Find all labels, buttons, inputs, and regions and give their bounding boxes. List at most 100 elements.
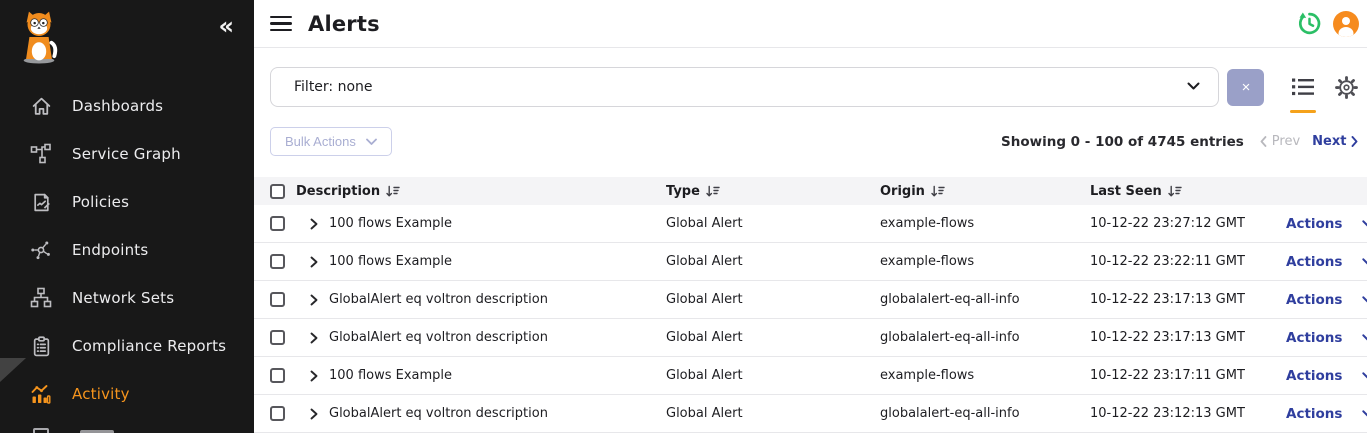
alerts-table: Description Type Origin Last Seen 100 fl…: [254, 177, 1367, 433]
actions-label: Actions: [1286, 216, 1342, 232]
row-description: GlobalAlert eq voltron description: [329, 406, 548, 421]
calico-cat-logo: [16, 8, 62, 68]
sort-icon: [1168, 185, 1182, 198]
activity-icon: [30, 383, 52, 405]
row-actions-dropdown[interactable]: Actions: [1286, 216, 1367, 232]
actions-label: Actions: [1286, 406, 1342, 422]
page-title: Alerts: [308, 12, 380, 36]
sidebar-item-label: Policies: [72, 193, 129, 211]
row-type: Global Alert: [666, 216, 880, 231]
filter-value: Filter: none: [294, 79, 373, 95]
showing-entries-text: Showing 0 - 100 of 4745 entries: [1001, 134, 1244, 150]
history-icon[interactable]: [1296, 10, 1323, 37]
row-checkbox[interactable]: [270, 368, 285, 383]
actions-label: Actions: [1286, 368, 1342, 384]
row-checkbox[interactable]: [270, 292, 285, 307]
chevron-down-icon: [1362, 334, 1367, 342]
chevron-down-icon: [1362, 220, 1367, 228]
gear-icon: [1335, 76, 1358, 99]
sidebar-item-label: Service Graph: [72, 145, 181, 163]
column-header-type[interactable]: Type: [666, 184, 880, 199]
list-view-tab[interactable]: [1291, 77, 1315, 97]
column-header-origin[interactable]: Origin: [880, 184, 1090, 199]
sidebar-item-label: Dashboards: [72, 97, 163, 115]
chevron-down-icon: [1362, 372, 1367, 380]
row-actions-dropdown[interactable]: Actions: [1286, 330, 1367, 346]
chevron-down-icon: [1362, 410, 1367, 418]
row-description: 100 flows Example: [329, 368, 452, 383]
row-origin: example-flows: [880, 368, 1090, 383]
sidebar-item-policies[interactable]: Policies: [0, 178, 254, 226]
actions-label: Actions: [1286, 330, 1342, 346]
sort-icon: [706, 185, 720, 198]
expand-chevron-right-icon[interactable]: [310, 256, 318, 268]
sidebar-item-activity[interactable]: Activity: [0, 370, 254, 418]
row-description: 100 flows Example: [329, 216, 452, 231]
row-actions-dropdown[interactable]: Actions: [1286, 406, 1367, 422]
home-icon: [30, 95, 52, 117]
row-last-seen: 10-12-22 23:22:11 GMT: [1090, 254, 1286, 269]
row-checkbox[interactable]: [270, 406, 285, 421]
actions-label: Actions: [1286, 292, 1342, 308]
chevron-down-icon: [1362, 296, 1367, 304]
expand-chevron-right-icon[interactable]: [310, 294, 318, 306]
table-row: 100 flows ExampleGlobal Alertexample-flo…: [254, 357, 1367, 395]
row-origin: globalalert-eq-all-info: [880, 292, 1090, 307]
chevron-down-icon: [1187, 79, 1200, 95]
sort-icon: [386, 185, 400, 198]
sidebar: « Dashboards Service Graph Policies Endpoin…: [0, 0, 254, 433]
table-body: 100 flows ExampleGlobal Alertexample-flo…: [254, 205, 1367, 433]
row-actions-dropdown[interactable]: Actions: [1286, 254, 1367, 270]
row-checkbox[interactable]: [270, 216, 285, 231]
row-type: Global Alert: [666, 330, 880, 345]
menu-hamburger-icon[interactable]: [270, 12, 292, 36]
policies-icon: [30, 191, 52, 213]
sidebar-item-partial: [0, 426, 254, 433]
row-checkbox[interactable]: [270, 254, 285, 269]
row-type: Global Alert: [666, 292, 880, 307]
table-row: 100 flows ExampleGlobal Alertexample-flo…: [254, 243, 1367, 281]
table-row: 100 flows Example Global Alertexample-flo…: [254, 205, 1367, 243]
chevron-down-icon: [366, 138, 377, 146]
expand-chevron-right-icon[interactable]: [310, 332, 318, 344]
expand-chevron-right-icon[interactable]: [310, 370, 318, 382]
expand-chevron-right-icon[interactable]: [310, 408, 318, 420]
prev-page-button[interactable]: Prev: [1260, 134, 1300, 149]
sidebar-item-compliance-reports[interactable]: Compliance Reports: [0, 322, 254, 370]
column-header-last-seen[interactable]: Last Seen: [1090, 184, 1286, 199]
sort-icon: [931, 185, 945, 198]
select-all-checkbox[interactable]: [270, 184, 285, 199]
clear-filter-button[interactable]: ×: [1227, 69, 1264, 106]
row-last-seen: 10-12-22 23:17:13 GMT: [1090, 330, 1286, 345]
table-actions-bar: Bulk Actions Showing 0 - 100 of 4745 ent…: [270, 127, 1358, 156]
row-checkbox[interactable]: [270, 330, 285, 345]
user-avatar[interactable]: [1332, 10, 1360, 38]
bulk-actions-button[interactable]: Bulk Actions: [270, 127, 392, 156]
column-header-description[interactable]: Description: [296, 184, 666, 199]
sidebar-collapse-button[interactable]: «: [218, 8, 234, 44]
row-last-seen: 10-12-22 23:17:11 GMT: [1090, 368, 1286, 383]
sidebar-item-label: Endpoints: [72, 241, 148, 259]
expand-chevron-right-icon[interactable]: [310, 218, 318, 230]
row-origin: example-flows: [880, 216, 1090, 231]
sidebar-item-endpoints[interactable]: Endpoints: [0, 226, 254, 274]
sidebar-item-network-sets[interactable]: Network Sets: [0, 274, 254, 322]
bulk-actions-label: Bulk Actions: [285, 134, 356, 149]
sidebar-item-dashboards[interactable]: Dashboards: [0, 82, 254, 130]
filter-dropdown[interactable]: Filter: none: [270, 67, 1219, 107]
row-origin: globalalert-eq-all-info: [880, 330, 1090, 345]
table-header-row: Description Type Origin Last Seen: [254, 177, 1367, 205]
settings-tab[interactable]: [1335, 76, 1358, 99]
endpoints-icon: [30, 239, 52, 261]
row-last-seen: 10-12-22 23:17:13 GMT: [1090, 292, 1286, 307]
row-actions-dropdown[interactable]: Actions: [1286, 292, 1367, 308]
row-description: GlobalAlert eq voltron description: [329, 330, 548, 345]
compliance-icon: [30, 335, 52, 357]
row-origin: globalalert-eq-all-info: [880, 406, 1090, 421]
chevron-right-icon: [1351, 136, 1358, 147]
sidebar-item-service-graph[interactable]: Service Graph: [0, 130, 254, 178]
row-description: GlobalAlert eq voltron description: [329, 292, 548, 307]
next-page-button[interactable]: Next: [1312, 134, 1358, 149]
row-last-seen: 10-12-22 23:12:13 GMT: [1090, 406, 1286, 421]
row-actions-dropdown[interactable]: Actions: [1286, 368, 1367, 384]
